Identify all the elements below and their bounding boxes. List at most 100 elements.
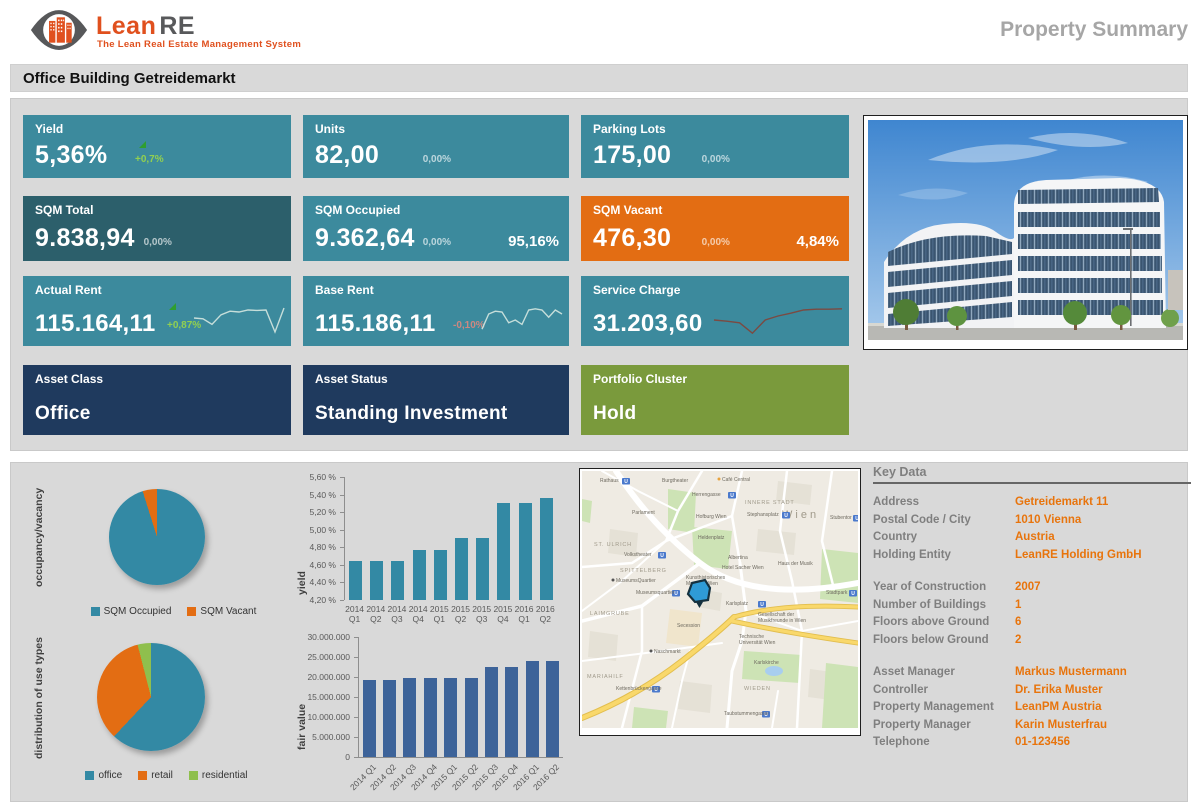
key-data-value: LeanPM Austria xyxy=(1015,699,1101,717)
key-data-value: 6 xyxy=(1015,614,1021,632)
y-tick-label: 5,20 % xyxy=(298,507,336,517)
tile-share: 95,16% xyxy=(508,233,559,250)
bar-slot xyxy=(515,477,536,600)
key-data-group: Asset ManagerMarkus MustermannController… xyxy=(873,664,1191,752)
tile-label: Actual Rent xyxy=(35,283,102,297)
y-tick-mark xyxy=(340,600,344,601)
bar xyxy=(383,680,396,757)
y-tick-label: 20.000.000 xyxy=(298,672,350,682)
brand-lean: Lean xyxy=(96,12,156,40)
bar-slot xyxy=(379,637,399,757)
map-label: Stadtpark xyxy=(826,590,848,596)
key-data-group: Year of Construction2007Number of Buildi… xyxy=(873,579,1191,649)
map-label: Universität Wien xyxy=(739,640,776,646)
map-label: ST. ULRICH xyxy=(594,542,632,548)
location-map: URathausBurgtheaterCafé CentralUHerrenga… xyxy=(579,468,861,736)
tile-value: 115.164,11 xyxy=(35,310,155,338)
use-types-pie-legend: office retail residential xyxy=(49,770,284,781)
bar-slot xyxy=(441,637,461,757)
tile-delta: 0,00% xyxy=(144,237,172,248)
map-label: Karlskirche xyxy=(754,660,779,666)
key-data-panel: Key Data AddressGetreidemarkt 11Postal C… xyxy=(873,465,1191,767)
legend-item: SQM Occupied xyxy=(91,606,172,617)
map-label: Stephansplatz xyxy=(747,512,779,518)
tile-value: 175,00 xyxy=(593,141,671,170)
key-data-row: Telephone01-123456 xyxy=(873,734,1191,752)
fair-value-axis-title: fair value xyxy=(296,697,308,757)
ubahn-badge-letter: U xyxy=(730,493,734,499)
map-label: Haus der Musik xyxy=(778,561,813,567)
property-title-bar: Office Building Getreidemarkt xyxy=(10,64,1188,92)
bar-slot xyxy=(536,477,557,600)
map-label: INNERE STADT xyxy=(745,500,795,506)
use-types-pie-chart xyxy=(97,643,205,751)
key-data-row: Floors above Ground6 xyxy=(873,614,1191,632)
map-label: Hofburg Wien xyxy=(696,514,727,520)
key-data-value: LeanRE Holding GmbH xyxy=(1015,547,1142,565)
key-data-value: Austria xyxy=(1015,529,1055,547)
up-indicator-icon xyxy=(169,303,176,310)
tile-portfolio-cluster: Portfolio Cluster Hold xyxy=(581,365,849,435)
bar xyxy=(526,661,539,757)
occupancy-pie-title: occupancy/vacancy xyxy=(33,491,45,587)
tile-label: Portfolio Cluster xyxy=(593,372,687,386)
x-axis-labels: 2014Q12014Q22014Q32014Q42015Q12015Q22015… xyxy=(344,604,556,624)
y-tick-label: 5.000.000 xyxy=(298,732,350,742)
tile-label: Yield xyxy=(35,122,63,136)
bar-slot xyxy=(481,637,501,757)
key-data-value: Getreidemarkt 11 xyxy=(1015,494,1108,512)
bar xyxy=(546,661,559,757)
occupancy-pie-legend: SQM OccupiedSQM Vacant xyxy=(66,606,281,617)
legend-swatch xyxy=(91,607,100,616)
leanre-logo-icon xyxy=(30,7,88,53)
key-data-value: 01-123456 xyxy=(1015,734,1070,752)
x-tick-label: 2014Q2 xyxy=(365,604,386,624)
legend-swatch xyxy=(189,771,198,780)
bar xyxy=(391,561,404,601)
map-label: SPITTELBERG xyxy=(620,568,667,574)
legend-label: retail xyxy=(151,770,173,781)
bar-plot xyxy=(358,637,563,758)
map-label: Volkstheater xyxy=(624,552,652,558)
tile-asset-class: Asset Class Office xyxy=(23,365,291,435)
legend-label: residential xyxy=(202,770,248,781)
key-data-label: Address xyxy=(873,494,1015,512)
map-label: Taubstummengasse xyxy=(724,711,769,717)
key-data-row: Holding EntityLeanRE Holding GmbH xyxy=(873,547,1191,565)
tile-yield: Yield 5,36% +0,7% xyxy=(23,115,291,178)
tile-parking-lots: Parking Lots 175,00 0,00% xyxy=(581,115,849,178)
y-tick-label: 0 xyxy=(298,752,350,762)
key-data-value: Karin Musterfrau xyxy=(1015,717,1107,735)
poi-dot-icon xyxy=(718,478,721,481)
legend-label: office xyxy=(98,770,122,781)
bar-slot xyxy=(451,477,472,600)
ubahn-badge-letter: U xyxy=(674,591,678,597)
app-header: LeanRE The Lean Real Estate Management S… xyxy=(0,0,1200,62)
legend-item: residential xyxy=(189,770,248,781)
bar-slot xyxy=(359,637,379,757)
bar-slot xyxy=(387,477,408,600)
ubahn-badge-letter: U xyxy=(660,553,664,559)
tile-label: Asset Status xyxy=(315,372,388,386)
key-data-label: Number of Buildings xyxy=(873,597,1015,615)
tile-delta: 0,00% xyxy=(423,154,451,165)
tile-value: 31.203,60 xyxy=(593,310,702,338)
key-data-value: 2 xyxy=(1015,632,1021,650)
bar-slot xyxy=(493,477,514,600)
bar-plot xyxy=(344,477,557,600)
service-charge-sparkline xyxy=(713,296,843,340)
bar xyxy=(465,678,478,757)
tile-actual-rent: Actual Rent 115.164,11 +0,87% xyxy=(23,276,291,346)
bar xyxy=(424,678,437,757)
key-data-label: Country xyxy=(873,529,1015,547)
y-tick-label: 4,40 % xyxy=(298,577,336,587)
map-label: Burgtheater xyxy=(662,478,688,484)
bar xyxy=(540,498,553,600)
tile-value: Hold xyxy=(593,403,636,425)
bar xyxy=(444,678,457,757)
tile-label: SQM Vacant xyxy=(593,203,662,217)
tile-share: 4,84% xyxy=(796,233,839,250)
bar xyxy=(519,503,532,601)
ubahn-badge-letter: U xyxy=(624,479,628,485)
bar-slot xyxy=(430,477,451,600)
